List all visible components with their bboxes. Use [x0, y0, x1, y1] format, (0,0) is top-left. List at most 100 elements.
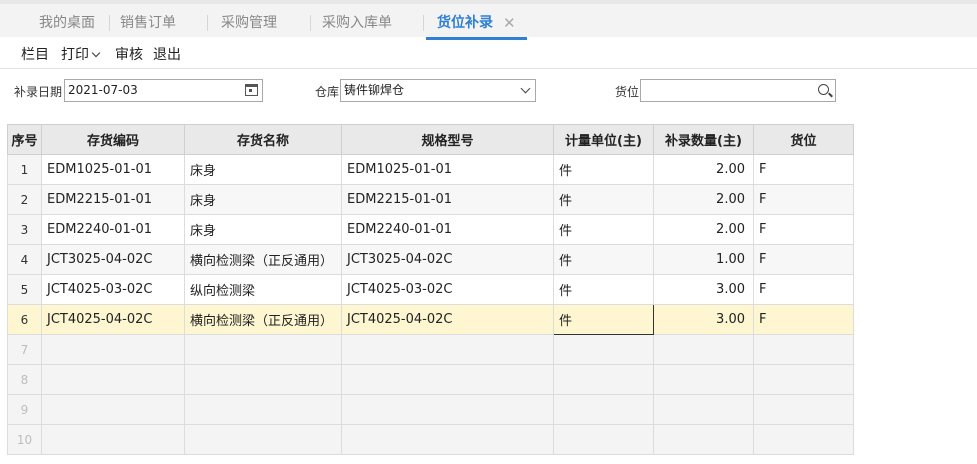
- table-row[interactable]: 1 EDM1025-01-01 床身 EDM1025-01-01 件 2.00 …: [7, 154, 854, 185]
- cell-qty[interactable]: 1.00: [653, 244, 754, 275]
- tab-my-desktop[interactable]: 我的桌面: [39, 12, 95, 34]
- cell-empty[interactable]: [341, 364, 554, 395]
- cell-empty[interactable]: [41, 394, 185, 425]
- date-field[interactable]: 2021-07-03: [64, 79, 263, 102]
- cell-code[interactable]: EDM2215-01-01: [41, 184, 185, 215]
- header-location[interactable]: 货位: [753, 124, 854, 155]
- tab-sales-order[interactable]: 销售订单: [120, 12, 176, 34]
- tab-location-supplement[interactable]: 货位补录: [437, 12, 493, 34]
- audit-button[interactable]: 审核: [115, 44, 143, 64]
- tab-purchase-management[interactable]: 采购管理: [221, 12, 277, 34]
- cell-spec[interactable]: EDM2215-01-01: [341, 184, 554, 215]
- close-icon[interactable]: ✕: [503, 12, 516, 34]
- cell-empty[interactable]: [184, 364, 342, 395]
- cell-name[interactable]: 床身: [184, 154, 342, 185]
- header-unit[interactable]: 计量单位(主): [553, 124, 654, 155]
- cell-empty[interactable]: [41, 424, 185, 455]
- cell-empty[interactable]: [653, 424, 754, 455]
- table-row[interactable]: 2 EDM2215-01-01 床身 EDM2215-01-01 件 2.00 …: [7, 184, 854, 215]
- cell-empty[interactable]: [341, 394, 554, 425]
- cell-name[interactable]: 床身: [184, 184, 342, 215]
- tab-purchase-inbound[interactable]: 采购入库单: [322, 12, 392, 34]
- search-icon[interactable]: [818, 84, 829, 95]
- tab-separator: [310, 15, 311, 31]
- cell-unit[interactable]: 件: [553, 184, 654, 215]
- cell-empty[interactable]: [41, 334, 185, 365]
- cell-empty[interactable]: [553, 364, 654, 395]
- header-code[interactable]: 存货编码: [41, 124, 185, 155]
- cell-seq: 9: [7, 394, 42, 425]
- calendar-icon[interactable]: [245, 84, 258, 96]
- table-row-empty[interactable]: 9: [7, 394, 854, 425]
- header-name[interactable]: 存货名称: [184, 124, 342, 155]
- cell-empty[interactable]: [553, 334, 654, 365]
- warehouse-select[interactable]: 铸件铆焊仓: [340, 79, 536, 102]
- cell-location[interactable]: F: [753, 274, 854, 305]
- cell-empty[interactable]: [753, 394, 854, 425]
- cell-empty[interactable]: [753, 424, 854, 455]
- cell-empty[interactable]: [184, 394, 342, 425]
- cell-empty[interactable]: [341, 334, 554, 365]
- cell-spec[interactable]: JCT4025-03-02C: [341, 274, 554, 305]
- table-row[interactable]: 4 JCT3025-04-02C 横向检测梁（正反通用） JCT3025-04-…: [7, 244, 854, 275]
- table-row[interactable]: 3 EDM2240-01-01 床身 EDM2240-01-01 件 2.00 …: [7, 214, 854, 245]
- cell-unit[interactable]: 件: [553, 244, 654, 275]
- cell-empty[interactable]: [653, 394, 754, 425]
- print-button[interactable]: 打印: [61, 44, 101, 64]
- cell-empty[interactable]: [184, 424, 342, 455]
- header-qty[interactable]: 补录数量(主): [653, 124, 754, 155]
- cell-empty[interactable]: [753, 364, 854, 395]
- cell-qty[interactable]: 3.00: [653, 304, 754, 335]
- location-label: 货位: [615, 85, 640, 99]
- cell-empty[interactable]: [653, 364, 754, 395]
- cell-code[interactable]: EDM1025-01-01: [41, 154, 185, 185]
- chevron-down-icon: [91, 48, 101, 58]
- cell-empty[interactable]: [341, 424, 554, 455]
- cell-code[interactable]: EDM2240-01-01: [41, 214, 185, 245]
- cell-location[interactable]: F: [753, 304, 854, 335]
- cell-name[interactable]: 床身: [184, 214, 342, 245]
- cell-code[interactable]: JCT3025-04-02C: [41, 244, 185, 275]
- cell-qty[interactable]: 2.00: [653, 154, 754, 185]
- cell-empty[interactable]: [41, 364, 185, 395]
- table-row-empty[interactable]: 8: [7, 364, 854, 395]
- columns-button[interactable]: 栏目: [21, 44, 49, 64]
- cell-code[interactable]: JCT4025-04-02C: [41, 304, 185, 335]
- cell-unit[interactable]: 件: [553, 214, 654, 245]
- cell-spec[interactable]: JCT4025-04-02C: [341, 304, 554, 335]
- cell-location[interactable]: F: [753, 214, 854, 245]
- cell-empty[interactable]: [184, 334, 342, 365]
- table-row-empty[interactable]: 7: [7, 334, 854, 365]
- cell-name[interactable]: 纵向检测梁: [184, 274, 342, 305]
- header-seq[interactable]: 序号: [7, 124, 42, 155]
- exit-button[interactable]: 退出: [153, 44, 181, 64]
- chevron-down-icon[interactable]: [520, 83, 531, 94]
- cell-name[interactable]: 横向检测梁（正反通用）: [184, 304, 342, 335]
- cell-spec[interactable]: JCT3025-04-02C: [341, 244, 554, 275]
- cell-qty[interactable]: 2.00: [653, 184, 754, 215]
- cell-spec[interactable]: EDM1025-01-01: [341, 154, 554, 185]
- cell-qty[interactable]: 3.00: [653, 274, 754, 305]
- table-row-selected[interactable]: 6 JCT4025-04-02C 横向检测梁（正反通用） JCT4025-04-…: [7, 304, 854, 335]
- tab-separator: [207, 15, 208, 31]
- table-header-row: 序号 存货编码 存货名称 规格型号 计量单位(主) 补录数量(主) 货位: [7, 124, 854, 155]
- cell-empty[interactable]: [653, 334, 754, 365]
- cell-unit-focused[interactable]: 件: [553, 304, 654, 335]
- cell-empty[interactable]: [553, 394, 654, 425]
- cell-unit[interactable]: 件: [553, 154, 654, 185]
- cell-location[interactable]: F: [753, 154, 854, 185]
- cell-name[interactable]: 横向检测梁（正反通用）: [184, 244, 342, 275]
- header-spec[interactable]: 规格型号: [341, 124, 554, 155]
- cell-code[interactable]: JCT4025-03-02C: [41, 274, 185, 305]
- tab-bar: 我的桌面 销售订单 采购管理 采购入库单 货位补录 ✕: [0, 0, 977, 40]
- cell-spec[interactable]: EDM2240-01-01: [341, 214, 554, 245]
- location-input[interactable]: [640, 79, 836, 102]
- cell-qty[interactable]: 2.00: [653, 214, 754, 245]
- cell-location[interactable]: F: [753, 184, 854, 215]
- table-row[interactable]: 5 JCT4025-03-02C 纵向检测梁 JCT4025-03-02C 件 …: [7, 274, 854, 305]
- cell-empty[interactable]: [753, 334, 854, 365]
- table-row-empty[interactable]: 10: [7, 424, 854, 455]
- cell-location[interactable]: F: [753, 244, 854, 275]
- cell-unit[interactable]: 件: [553, 274, 654, 305]
- cell-empty[interactable]: [553, 424, 654, 455]
